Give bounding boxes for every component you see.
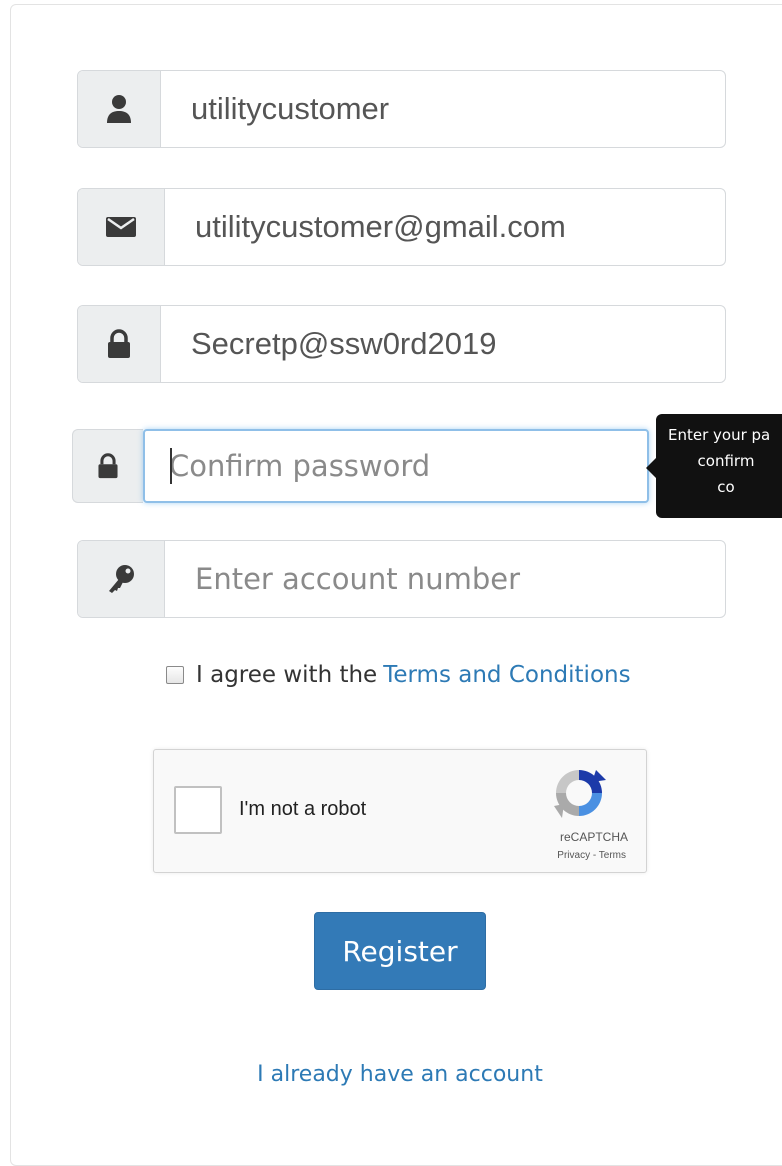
recaptcha-checkbox[interactable] (174, 786, 222, 834)
account-number-field[interactable] (165, 541, 725, 617)
confirm-password-focus-ring (143, 429, 649, 503)
user-icon (78, 71, 161, 147)
text-caret (170, 448, 172, 484)
tooltip-line-1: Enter your pa (668, 426, 771, 444)
recaptcha-logo-icon (552, 766, 606, 825)
recaptcha-brand: reCAPTCHA (559, 830, 628, 844)
account-number-input-group (77, 540, 726, 618)
recaptcha-widget: I'm not a robot reCAPTCHA Privacy - Term… (153, 749, 647, 873)
key-icon (78, 541, 165, 617)
confirm-password-field[interactable] (145, 431, 647, 501)
email-input-group (77, 188, 726, 266)
password-tooltip: Enter your pa confirm co (656, 414, 782, 518)
confirm-password-input-group (72, 429, 649, 503)
recaptcha-label: I'm not a robot (239, 798, 367, 820)
lock-icon (78, 306, 161, 382)
terms-prefix: I agree with the (196, 662, 378, 688)
password-input-group (77, 305, 726, 383)
tooltip-arrow (646, 458, 656, 478)
lock-icon (72, 429, 143, 503)
terms-agreement: I agree with the Terms and Conditions (166, 662, 631, 688)
username-field[interactable] (161, 71, 725, 147)
username-input-group (77, 70, 726, 148)
password-field[interactable] (161, 306, 725, 382)
terms-checkbox[interactable] (166, 666, 184, 684)
email-field[interactable] (165, 189, 725, 265)
already-have-account-link[interactable]: I already have an account (0, 1062, 782, 1087)
envelope-icon (78, 189, 165, 265)
terms-link[interactable]: Terms and Conditions (383, 662, 630, 688)
register-button[interactable]: Register (314, 912, 486, 990)
tooltip-line-2: confirm (697, 452, 755, 470)
tooltip-line-3: co (717, 478, 735, 496)
recaptcha-privacy-terms[interactable]: Privacy - Terms (557, 850, 626, 861)
